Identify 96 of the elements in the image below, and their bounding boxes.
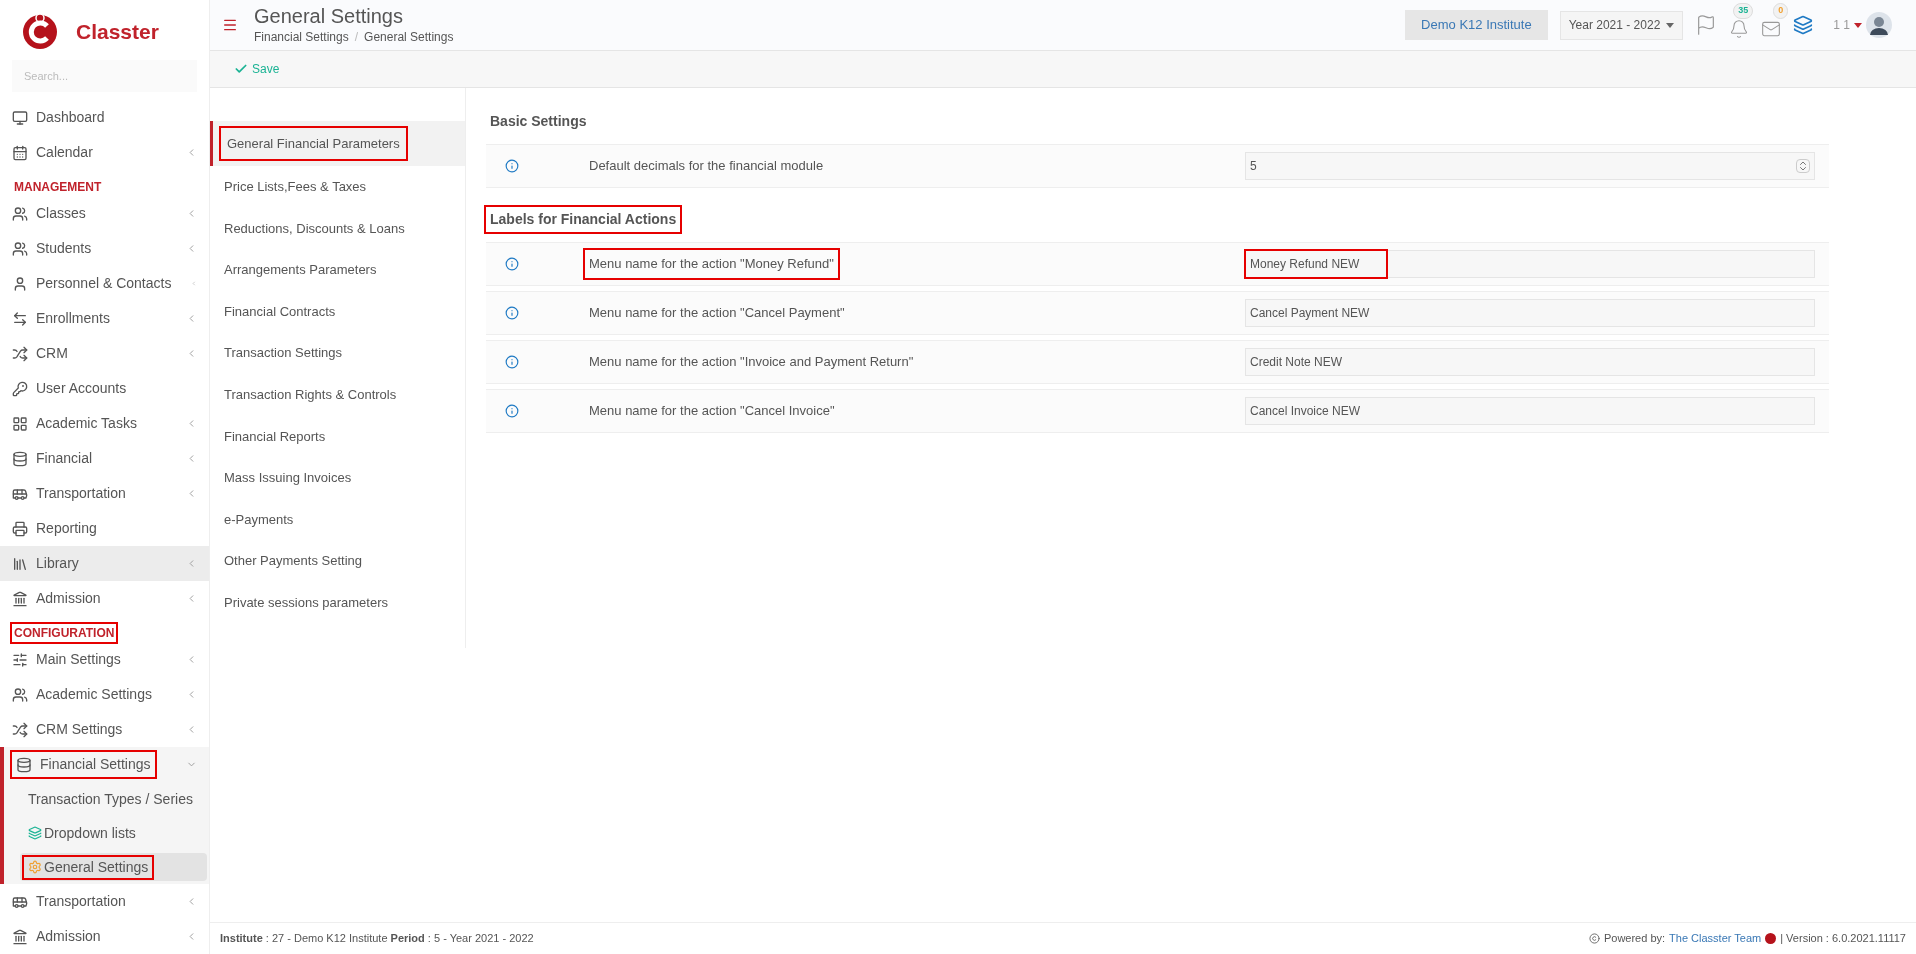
setting-label: Default decimals for the financial module [588, 157, 825, 176]
avatar-icon[interactable] [1866, 12, 1892, 38]
gears-icon [28, 860, 42, 874]
users-icon [12, 240, 28, 257]
info-icon[interactable] [505, 306, 519, 320]
page-title: General Settings [254, 4, 404, 28]
info-icon[interactable] [505, 159, 519, 173]
footer-info: Institute : 27 - Demo K12 Institute Period : 5 - Year 2021 - 2022 [220, 931, 534, 947]
message-badge: 0 [1773, 3, 1789, 19]
settings-menu-item[interactable]: General Financial Parameters [210, 121, 465, 166]
sidebar-item[interactable]: Academic Settings [0, 677, 209, 712]
team-link[interactable]: The Classter Team [1669, 930, 1762, 947]
institute-button[interactable]: Demo K12 Institute [1405, 10, 1548, 40]
settings-menu-item[interactable]: Transaction Rights & Controls [210, 373, 465, 416]
sidebar-item[interactable]: Financial [0, 441, 209, 476]
sidebar-item[interactable]: Transportation [0, 476, 209, 511]
grid-icon [12, 415, 28, 432]
settings-menu-item[interactable]: Other Payments Setting [210, 540, 465, 582]
notification-badge: 35 [1733, 3, 1754, 19]
submenu-item[interactable]: Transaction Types / Series [20, 785, 207, 813]
shuffle-icon [12, 721, 28, 738]
check-icon [234, 62, 248, 76]
sidebar-item[interactable]: Students [0, 231, 209, 266]
person-icon [12, 275, 28, 292]
settings-menu-item[interactable]: Transaction Settings [210, 332, 465, 374]
settings-menu-item[interactable]: Mass Issuing Invoices [210, 457, 465, 499]
input-field[interactable]: Cancel Invoice NEW [1245, 397, 1815, 425]
arrows-icon [12, 310, 28, 327]
sidebar-item[interactable]: Reporting [0, 511, 209, 546]
sidebar-item[interactable]: Dashboard [0, 100, 209, 135]
input-field[interactable]: Cancel Payment NEW [1245, 299, 1815, 327]
caret-icon [1666, 22, 1675, 28]
sidebar-item[interactable]: Academic Tasks [0, 406, 209, 441]
settings-menu-item[interactable]: Price Lists,Fees & Taxes [210, 166, 465, 208]
settings-menu-item[interactable]: Arrangements Parameters [210, 249, 465, 291]
sliders-icon [12, 651, 28, 668]
layers-icon [28, 826, 42, 840]
sidebar-item[interactable]: CRM Settings [0, 712, 209, 747]
section-heading: MANAGEMENT [13, 179, 103, 196]
settings-menu-item[interactable]: Reductions, Discounts & Loans [210, 207, 465, 250]
submenu-item[interactable]: General Settings [20, 853, 207, 881]
setting-label: Menu name for the action "Invoice and Payment Return" [588, 353, 915, 372]
info-icon[interactable] [505, 355, 519, 369]
version-text: | Version : 6.0.2021.11117 [1780, 931, 1906, 947]
settings-menu-item[interactable]: Private sessions parameters [210, 581, 465, 624]
sidebar-item[interactable]: Admission [0, 581, 209, 616]
sidebar-item[interactable]: Enrollments [0, 301, 209, 336]
settings-menu-item[interactable]: Financial Reports [210, 415, 465, 458]
breadcrumb-link[interactable]: Financial Settings [254, 28, 349, 46]
input-field[interactable]: Money Refund NEW [1245, 250, 1815, 278]
calendar-icon [12, 144, 28, 161]
menu-icon[interactable] [222, 17, 238, 33]
group-icon [12, 686, 28, 703]
spinner-icon[interactable] [1796, 159, 1810, 173]
section-title: Labels for Financial Actions [486, 206, 681, 232]
books-icon [12, 555, 28, 572]
bell-icon[interactable] [1729, 19, 1750, 39]
setting-label: Menu name for the action "Money Refund" [585, 250, 838, 278]
sidebar-item[interactable]: Transportation [0, 884, 209, 919]
bank-icon [12, 928, 28, 945]
sidebar-item[interactable]: Personnel & Contacts [0, 266, 209, 301]
number-field[interactable]: 5 [1245, 152, 1815, 180]
sidebar-item[interactable]: User Accounts [0, 371, 209, 406]
setting-label: Menu name for the action "Cancel Invoice" [588, 402, 836, 421]
sidebar-item[interactable]: Calendar [0, 135, 209, 170]
settings-menu-item[interactable]: e-Payments [210, 498, 465, 541]
sidebar-item[interactable]: Financial Settings [4, 747, 209, 782]
sidebar-item[interactable]: Main Settings [0, 642, 209, 677]
input-field[interactable]: Credit Note NEW [1245, 348, 1815, 376]
printer-icon [12, 520, 28, 537]
info-icon[interactable] [505, 404, 519, 418]
key-icon [12, 380, 28, 397]
breadcrumb-separator: / [354, 29, 359, 46]
caret-icon [1854, 22, 1862, 28]
mail-icon[interactable] [1761, 19, 1782, 39]
bank-icon [12, 590, 28, 607]
coins-icon [16, 756, 32, 773]
submenu-item[interactable]: Dropdown lists [20, 819, 207, 847]
group-icon [12, 205, 28, 222]
year-dropdown[interactable]: Year 2021 - 2022 [1559, 10, 1684, 40]
monitor-icon [12, 109, 28, 126]
sidebar-item[interactable]: Library [0, 546, 209, 581]
coins-icon [12, 450, 28, 467]
copyright-icon [1588, 933, 1600, 944]
logo-text: Classter [76, 19, 159, 46]
settings-menu-item[interactable]: Financial Contracts [210, 290, 465, 333]
powered-by-text: Powered by: [1603, 931, 1666, 947]
setting-label: Menu name for the action "Cancel Payment" [588, 304, 846, 323]
info-icon[interactable] [505, 257, 519, 271]
sidebar-item[interactable]: CRM [0, 336, 209, 371]
shuffle-icon [12, 345, 28, 362]
section-title: Basic Settings [489, 111, 588, 131]
search-field[interactable]: Search... [12, 60, 197, 92]
section-heading: CONFIGURATION [12, 624, 117, 642]
sidebar-item[interactable]: Admission [0, 919, 209, 954]
sidebar-item[interactable]: Classes [0, 196, 209, 231]
